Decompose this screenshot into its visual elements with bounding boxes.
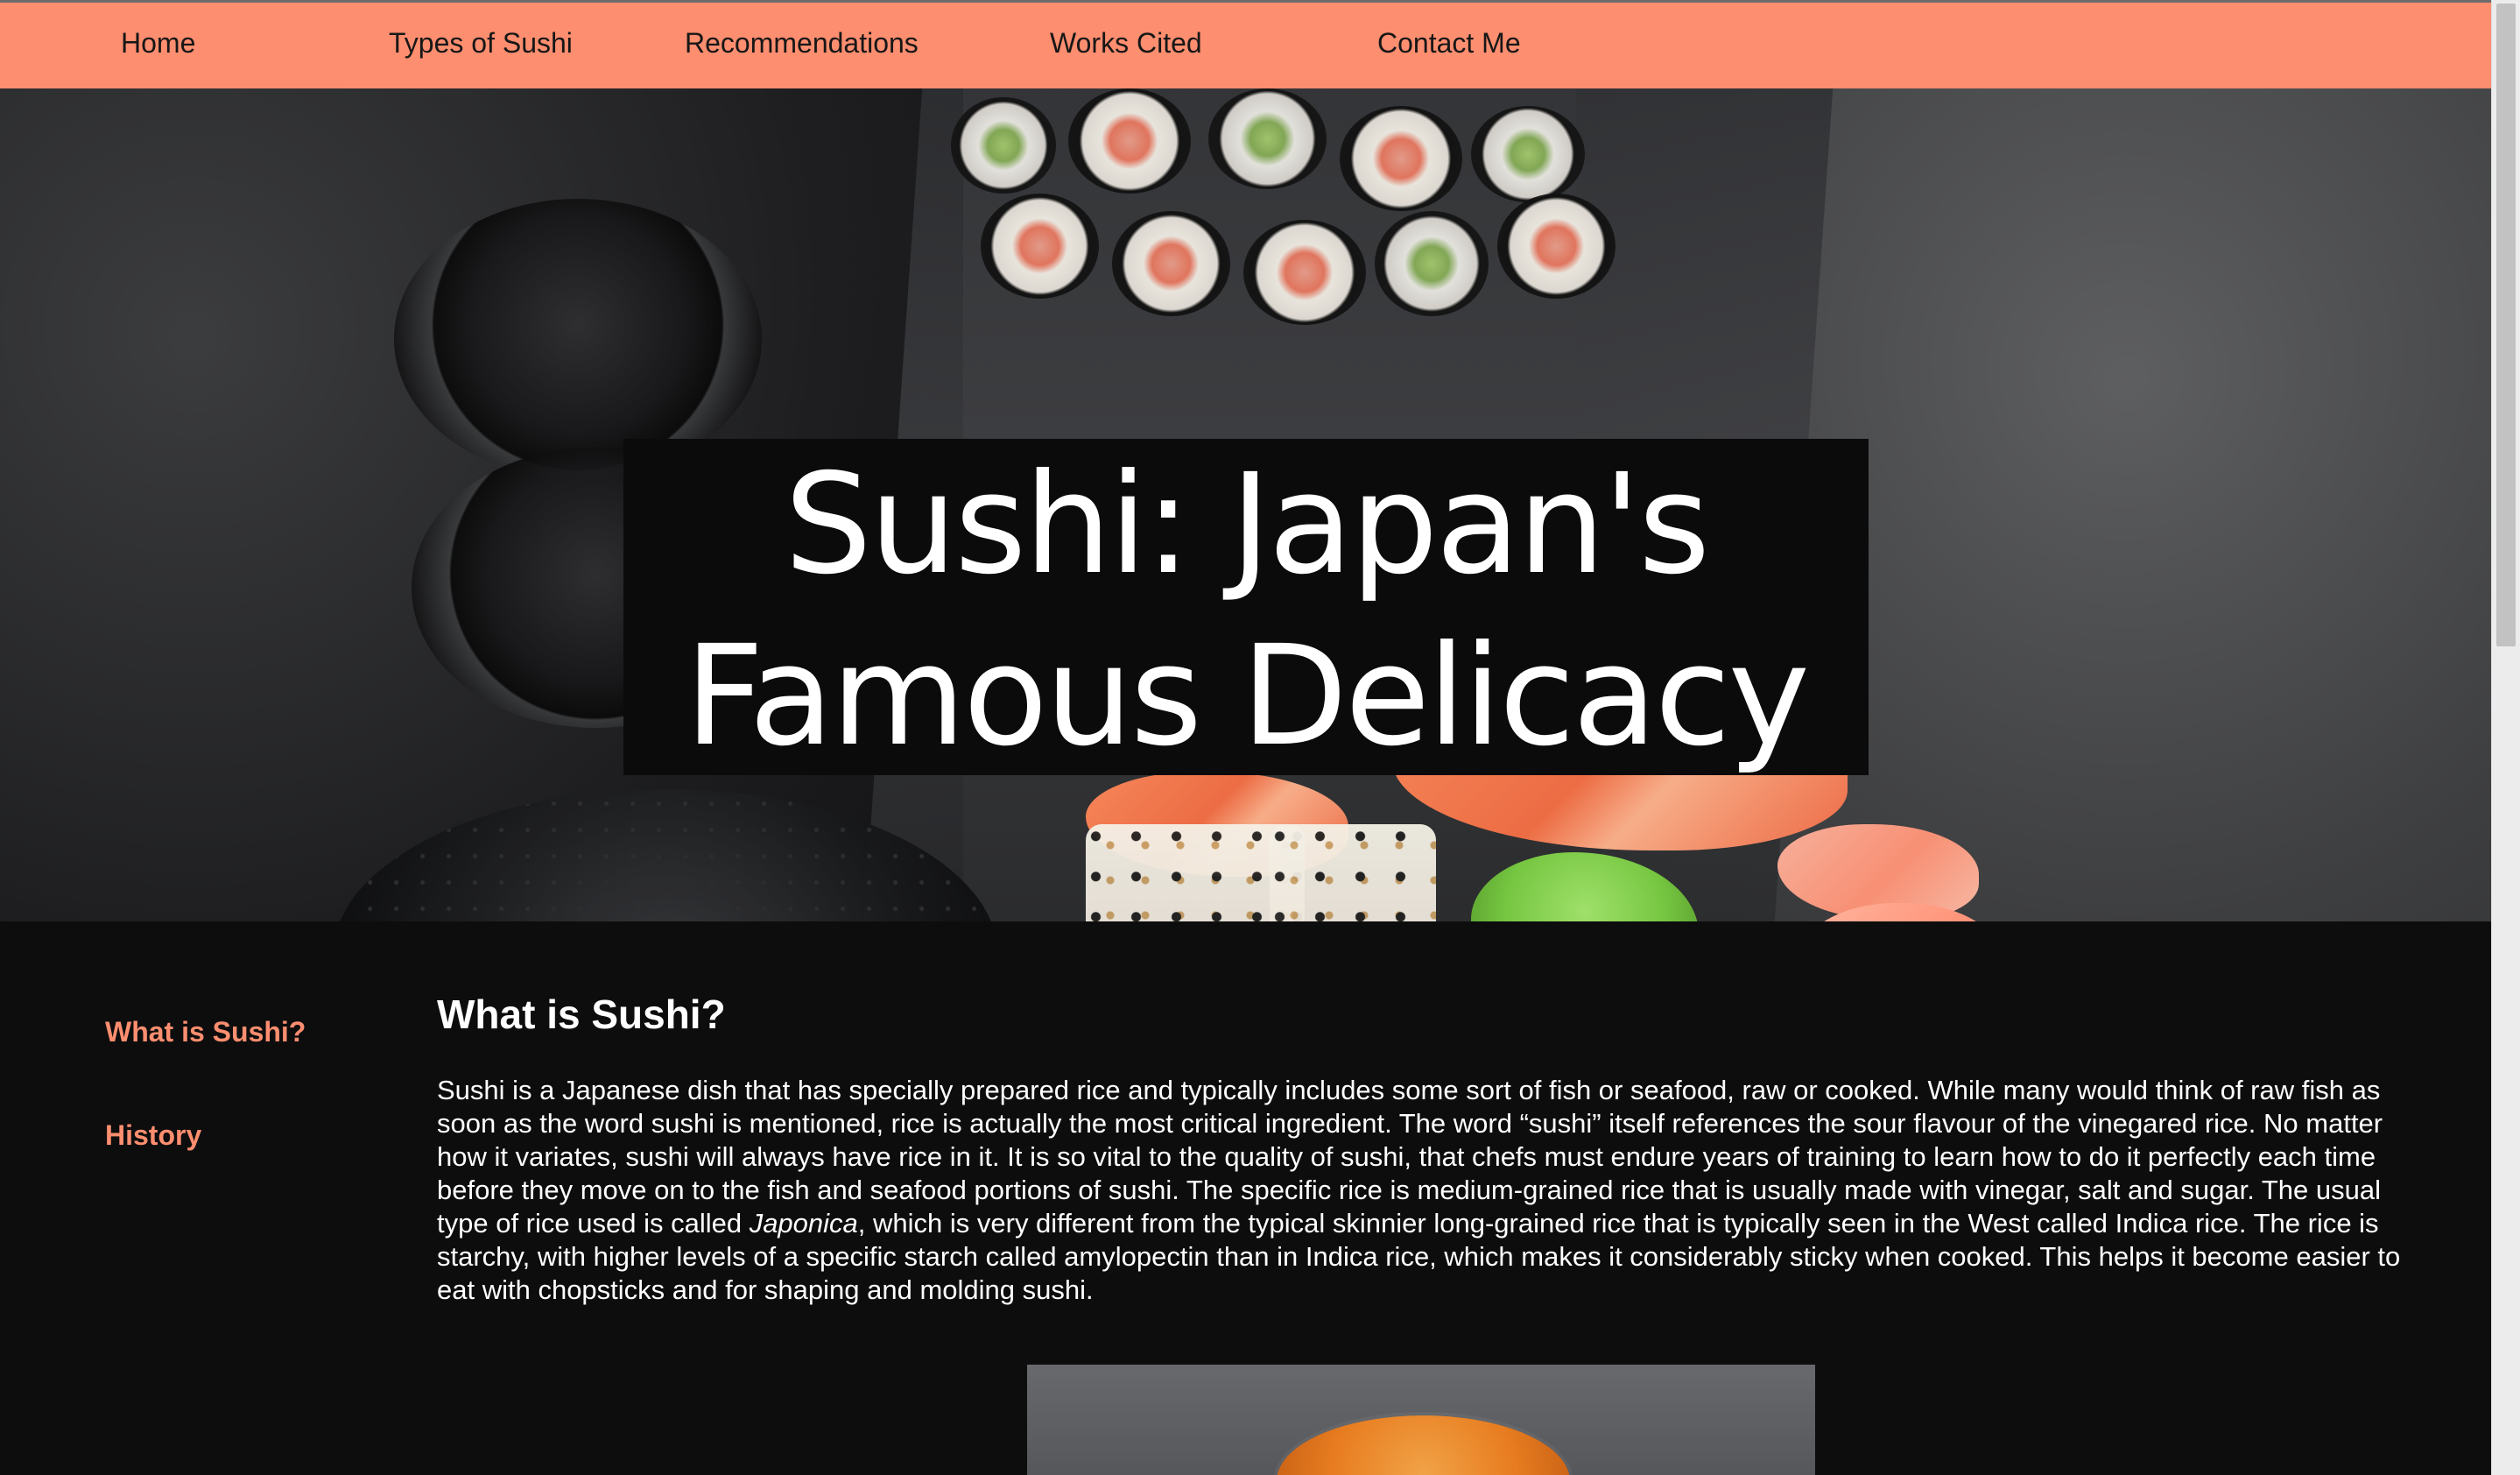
top-navigation-bar: Home Types of Sushi Recommendations Work…: [0, 0, 2492, 88]
scrollbar-thumb[interactable]: [2496, 4, 2516, 646]
japonica-italic-text: Japonica: [749, 1208, 858, 1239]
hero-title-panel: Sushi: Japan's Famous Delicacy: [623, 439, 1869, 777]
sushi-roll-image: [1112, 211, 1230, 316]
webpage: Home Types of Sushi Recommendations Work…: [0, 0, 2520, 1475]
nav-link-recommendations[interactable]: Recommendations: [685, 29, 919, 57]
vertical-scrollbar[interactable]: [2491, 0, 2520, 1475]
nav-link-home[interactable]: Home: [121, 29, 195, 57]
sushi-roll-image: [1243, 220, 1366, 325]
sushi-roll-image: [1208, 88, 1327, 189]
sidebar-link-what-is-sushi[interactable]: What is Sushi?: [105, 1016, 306, 1048]
sushi-photo: [1027, 1365, 1815, 1475]
sushi-roll-image: [981, 194, 1099, 299]
sushi-roll-image: [1497, 194, 1615, 299]
sushi-roll-image: [1471, 106, 1585, 202]
what-is-sushi-heading: What is Sushi?: [437, 992, 726, 1037]
sushi-roll-image: [1375, 211, 1489, 316]
sushi-top-image: [1277, 1415, 1570, 1475]
nav-link-works-cited[interactable]: Works Cited: [1050, 29, 1202, 57]
sushi-roll-image: [1068, 88, 1191, 194]
sidebar-link-history[interactable]: History: [105, 1119, 201, 1152]
hero-banner: Sushi: Japan's Famous Delicacy: [0, 88, 2492, 921]
what-is-sushi-paragraph: Sushi is a Japanese dish that has specia…: [437, 1074, 2416, 1307]
sushi-roll-image: [1340, 106, 1462, 211]
nav-link-contact-me[interactable]: Contact Me: [1377, 29, 1521, 57]
tea-cup-image: [394, 199, 762, 479]
sushi-roll-image: [951, 97, 1056, 194]
nav-link-types-of-sushi[interactable]: Types of Sushi: [389, 29, 573, 57]
hero-title: Sushi: Japan's Famous Delicacy: [684, 444, 1810, 777]
rice-roll-image: [1270, 824, 1436, 921]
